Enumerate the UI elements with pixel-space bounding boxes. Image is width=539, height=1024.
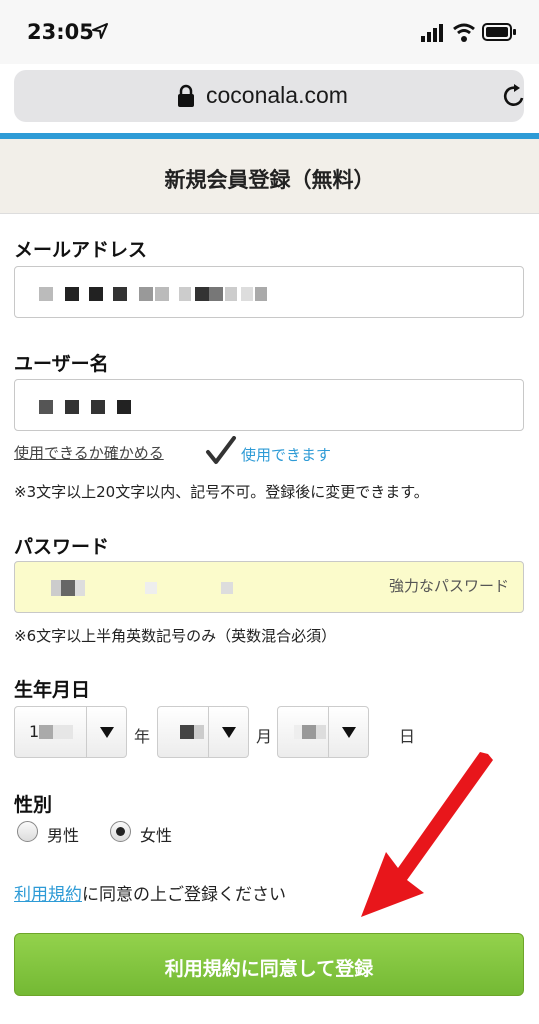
birth-month-select[interactable] (157, 706, 249, 758)
email-label: メールアドレス (14, 239, 148, 261)
birth-day-select[interactable] (277, 706, 369, 758)
gender-option-male[interactable]: 男性 (47, 822, 79, 846)
terms-notice: 利用規約に同意の上ご登録ください (14, 880, 286, 905)
battery-icon (482, 23, 516, 41)
masked-value (39, 400, 149, 414)
username-field[interactable] (14, 379, 524, 431)
username-note: ※3文字以上20文字以内、記号不可。登録後に変更できます。 (14, 483, 429, 501)
check-icon (206, 436, 236, 464)
dropdown-button[interactable] (86, 707, 126, 757)
chevron-down-icon (100, 727, 114, 738)
password-label: パスワード (14, 536, 110, 558)
day-unit: 日 (399, 727, 416, 746)
username-label: ユーザー名 (14, 353, 109, 375)
terms-link[interactable]: 利用規約 (14, 885, 82, 905)
dropdown-button[interactable] (328, 707, 368, 757)
masked-value (302, 725, 316, 739)
address-bar[interactable]: coconala.com (14, 70, 524, 122)
red-arrow-icon (361, 752, 493, 917)
dropdown-button[interactable] (208, 707, 248, 757)
password-field[interactable]: 強力なパスワード (14, 561, 524, 613)
gender-label: 性別 (14, 794, 53, 816)
url-text: coconala.com (206, 82, 348, 108)
birth-year-value: 1 (29, 722, 40, 741)
masked-value (194, 725, 204, 739)
status-time: 23:05 (27, 20, 94, 44)
reload-icon[interactable] (502, 83, 526, 109)
masked-value (39, 725, 53, 739)
gender-radio-female[interactable] (110, 821, 131, 842)
register-button-label: 利用規約に同意して登録 (164, 958, 374, 980)
status-bar: 23:05 (0, 0, 539, 64)
chevron-down-icon (342, 727, 356, 738)
masked-value (316, 725, 326, 739)
terms-text: に同意の上ご登録ください (82, 885, 286, 905)
gender-option-female[interactable]: 女性 (140, 822, 172, 846)
birthdate-label: 生年月日 (14, 679, 91, 701)
masked-value (39, 287, 269, 301)
page-header: 新規会員登録（無料） (0, 139, 539, 214)
birth-year-select[interactable]: 1 (14, 706, 127, 758)
password-strength: 強力なパスワード (388, 577, 509, 595)
signal-icon (421, 24, 443, 42)
availability-status: 使用できます (241, 446, 332, 464)
masked-value (180, 725, 194, 739)
register-button[interactable]: 利用規約に同意して登録 (14, 933, 524, 996)
page-title: 新規会員登録（無料） (164, 168, 375, 192)
year-unit: 年 (134, 727, 151, 746)
password-note: ※6文字以上半角英数記号のみ（英数混合必須） (14, 627, 337, 645)
check-availability-link[interactable]: 使用できるか確かめる (14, 442, 164, 463)
lock-icon (178, 84, 194, 107)
masked-value (53, 725, 73, 739)
location-arrow-icon (92, 23, 108, 39)
chevron-down-icon (222, 727, 236, 738)
month-unit: 月 (256, 727, 273, 746)
gender-radio-male[interactable] (17, 821, 38, 842)
email-field[interactable] (14, 266, 524, 318)
status-icons (421, 23, 516, 42)
masked-value (51, 580, 251, 596)
wifi-icon (453, 23, 475, 42)
